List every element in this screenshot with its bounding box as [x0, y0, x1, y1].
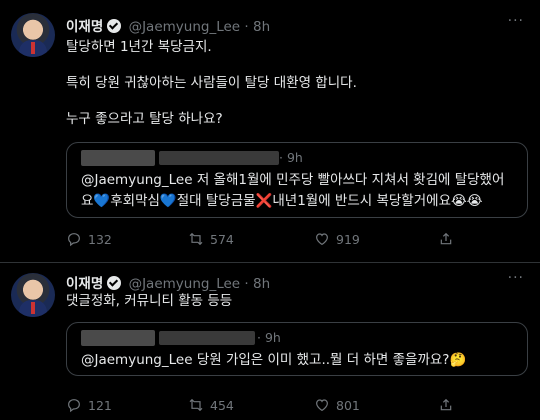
author-name[interactable]: 이재명: [66, 19, 103, 35]
thinking-emoji: 🤔: [449, 352, 467, 368]
separator-dot: ·: [244, 19, 249, 35]
avatar[interactable]: [11, 273, 55, 317]
author-name[interactable]: 이재명: [66, 276, 103, 292]
reply-button[interactable]: 132: [66, 231, 112, 247]
quoted-tweet[interactable]: · 9h @Jaemyung_Lee 당원 가입은 이미 했고..뭘 더 하면 …: [66, 322, 528, 376]
share-button[interactable]: [438, 397, 454, 413]
timestamp[interactable]: 8h: [253, 19, 270, 35]
like-count: 801: [336, 397, 360, 413]
tweet-2[interactable]: 이재명 @Jaemyung_Lee · 8h ··· 댓글정화, 커뮤니티 활동…: [0, 263, 540, 420]
cross-mark-emoji: ❌: [255, 193, 273, 209]
verified-icon: [107, 276, 122, 290]
blurred-handle: [159, 151, 279, 165]
like-button[interactable]: 801: [314, 397, 360, 413]
tweet-text-line-2: 특히 당원 귀찮아하는 사람들이 탈당 대환영 합니다.: [66, 75, 357, 91]
retweet-count: 454: [210, 397, 234, 413]
author-handle[interactable]: @Jaemyung_Lee: [129, 276, 241, 292]
verified-icon: [107, 19, 122, 33]
share-button[interactable]: [438, 231, 454, 247]
tweet-actions: 132 574 919: [66, 231, 526, 251]
reply-count: 132: [88, 231, 112, 247]
tweet-actions: 121 454 801: [66, 397, 526, 417]
blurred-avatar-name: [81, 330, 155, 346]
share-icon: [438, 397, 454, 413]
share-icon: [438, 231, 454, 247]
like-icon: [314, 231, 330, 247]
retweet-button[interactable]: 454: [188, 397, 234, 413]
timestamp[interactable]: 8h: [253, 276, 270, 292]
like-button[interactable]: 919: [314, 231, 360, 247]
separator-dot: ·: [244, 276, 249, 292]
more-icon[interactable]: ···: [508, 270, 524, 286]
like-count: 919: [336, 231, 360, 247]
tweet-header: 이재명 @Jaemyung_Lee · 8h: [66, 272, 270, 292]
more-icon[interactable]: ···: [508, 13, 524, 29]
quote-text: @Jaemyung_Lee 당원 가입은 이미 했고..뭘 더 하면 좋을까요?…: [81, 352, 467, 368]
blue-heart-emoji: 💙: [159, 193, 177, 209]
blurred-avatar-name: [81, 150, 155, 166]
tweet-1[interactable]: 이재명 @Jaemyung_Lee · 8h ··· 탈당하면 1년간 복당금지…: [0, 0, 540, 263]
tweet-header: 이재명 @Jaemyung_Lee · 8h: [66, 15, 270, 35]
reply-icon: [66, 231, 82, 247]
quoted-tweet[interactable]: · 9h @Jaemyung_Lee 저 올해1월에 민주당 빨아쓰다 지쳐서 …: [66, 142, 528, 218]
reply-count: 121: [88, 397, 112, 413]
retweet-count: 574: [210, 231, 234, 247]
retweet-icon: [188, 397, 204, 413]
tweet-text-line-1: 탈당하면 1년간 복당금지.: [66, 39, 212, 55]
avatar[interactable]: [11, 13, 55, 57]
blurred-handle: [159, 331, 255, 345]
quote-mention[interactable]: @Jaemyung_Lee: [81, 172, 193, 188]
tweet-text-line-3: 누구 좋으라고 탈당 하나요?: [66, 111, 223, 127]
quote-text: @Jaemyung_Lee 저 올해1월에 민주당 빨아쓰다 지쳐서 홧김에 탈…: [81, 172, 505, 209]
quote-timestamp[interactable]: · 9h: [279, 150, 303, 165]
quote-mention[interactable]: @Jaemyung_Lee: [81, 352, 193, 368]
reply-icon: [66, 397, 82, 413]
retweet-button[interactable]: 574: [188, 231, 234, 247]
quote-timestamp[interactable]: · 9h: [257, 330, 281, 345]
blue-heart-emoji: 💙: [93, 193, 111, 209]
author-handle[interactable]: @Jaemyung_Lee: [129, 19, 241, 35]
like-icon: [314, 397, 330, 413]
retweet-icon: [188, 231, 204, 247]
tweet-text-line-1: 댓글정화, 커뮤니티 활동 등등: [66, 293, 233, 309]
reply-button[interactable]: 121: [66, 397, 112, 413]
crying-emoji: 😭😭: [451, 193, 483, 209]
